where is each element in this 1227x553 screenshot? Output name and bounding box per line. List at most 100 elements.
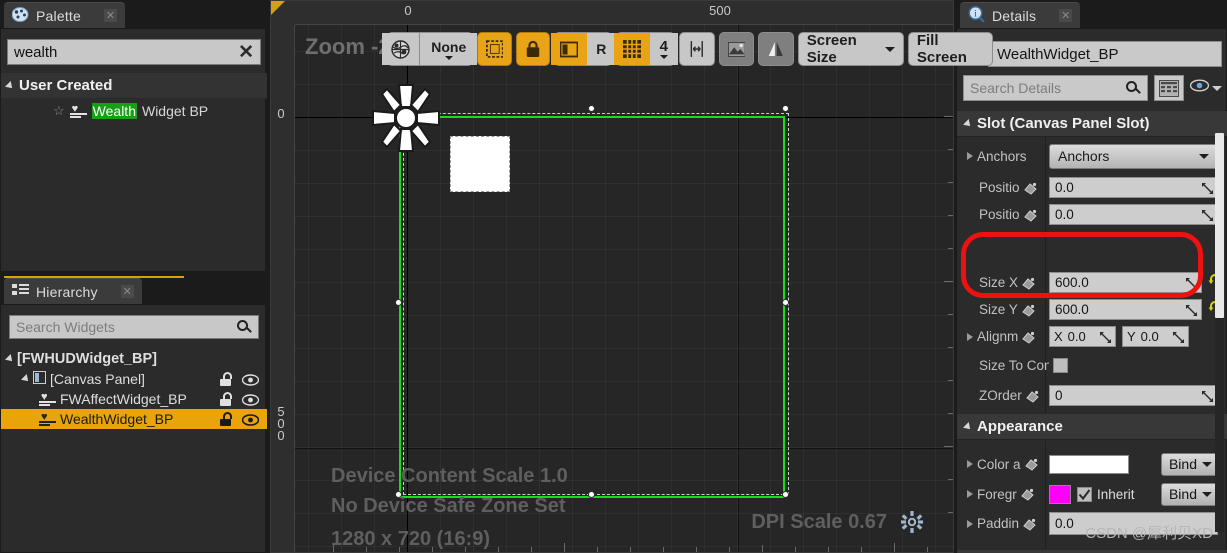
zorder-value: 0	[1055, 388, 1063, 403]
gear-icon[interactable]	[901, 511, 923, 538]
star-icon[interactable]: ☆	[53, 103, 65, 119]
close-icon[interactable]: ✕	[1059, 9, 1073, 22]
lock-icon[interactable]	[219, 372, 232, 386]
close-icon[interactable]: ✕	[120, 285, 134, 298]
pin-icon[interactable]	[1022, 276, 1036, 290]
chevron-right-icon[interactable]	[967, 460, 973, 468]
eye-icon[interactable]	[241, 373, 260, 386]
panel-icon[interactable]	[551, 33, 588, 65]
pin-icon[interactable]	[1023, 517, 1037, 531]
mirror-toggle[interactable]	[758, 32, 794, 66]
pin-icon[interactable]	[1024, 457, 1039, 471]
size-to-content-button[interactable]	[679, 32, 715, 66]
pin-icon[interactable]	[1022, 303, 1036, 317]
grid-size-dropdown[interactable]: 4	[649, 33, 678, 65]
details-search-input[interactable]: Search Details	[963, 75, 1148, 101]
chevron-right-icon[interactable]	[967, 152, 973, 160]
hierarchy-row-fwaffectwidget[interactable]: ♥ FWAffectWidget_BP	[1, 389, 267, 409]
resize-handle-ml[interactable]	[395, 299, 402, 306]
palette-item-wealth-widget-bp[interactable]: ☆ ♥ Wealth Widget BP	[1, 99, 267, 123]
spinner-icon[interactable]	[1173, 331, 1184, 343]
pin-icon[interactable]	[1022, 330, 1036, 344]
localization-r-label[interactable]: R	[587, 33, 616, 65]
lock-toggle[interactable]	[516, 32, 551, 66]
chevron-down-icon[interactable]	[5, 354, 15, 364]
anchor-medallion-icon[interactable]	[369, 81, 443, 155]
palette-category-user-created[interactable]: User Created	[1, 73, 267, 99]
size-to-content-checkbox[interactable]	[1053, 358, 1068, 373]
hierarchy-row-fwhudwidget[interactable]: [FWHUDWidget_BP]	[1, 349, 267, 369]
section-header-appearance[interactable]: Appearance	[957, 414, 1227, 440]
chevron-right-icon[interactable]	[967, 519, 973, 528]
position-y-input[interactable]: 0.0	[1049, 204, 1218, 225]
fill-screen-dropdown[interactable]: Fill Screen	[907, 32, 993, 66]
details-object-name[interactable]: WealthWidget_BP	[988, 41, 1222, 67]
anchors-dropdown[interactable]: Anchors	[1049, 143, 1218, 169]
hierarchy-row-actions	[219, 392, 260, 406]
grid-snap-toggle[interactable]: 4	[613, 32, 678, 66]
eye-icon[interactable]	[241, 393, 260, 406]
tab-details[interactable]: i Details ✕	[960, 2, 1081, 28]
pin-icon[interactable]	[1023, 208, 1038, 222]
grid-view-icon[interactable]	[1154, 75, 1184, 101]
zorder-input[interactable]: 0	[1049, 385, 1218, 406]
spinner-icon[interactable]	[1202, 390, 1213, 402]
grid-icon[interactable]	[613, 33, 650, 65]
color-and-opacity-swatch[interactable]	[1049, 454, 1129, 474]
palette-search-input[interactable]	[14, 43, 239, 61]
none-dropdown[interactable]: None	[419, 33, 478, 65]
clear-x-icon[interactable]: ✕	[238, 43, 254, 62]
palette-search-row[interactable]: ✕	[7, 39, 261, 65]
selection-outline-toggle[interactable]	[476, 32, 513, 66]
screen-size-dropdown[interactable]: Screen Size	[797, 32, 904, 66]
inherit-checkbox[interactable]	[1077, 486, 1092, 502]
size-y-input[interactable]: 600.0	[1049, 299, 1202, 320]
position-x-input[interactable]: 0.0	[1049, 177, 1218, 198]
lock-icon[interactable]	[219, 392, 232, 406]
close-icon[interactable]: ✕	[104, 9, 117, 22]
resize-handle-mr[interactable]	[782, 299, 789, 306]
hierarchy-search-input[interactable]: Search Widgets	[9, 315, 259, 339]
resize-handle-tr[interactable]	[782, 105, 789, 112]
tab-palette[interactable]: Palette ✕	[4, 2, 125, 28]
foreground-color-swatch[interactable]	[1049, 484, 1071, 504]
eye-icon[interactable]	[1189, 79, 1210, 97]
lock-icon[interactable]	[219, 412, 232, 426]
spinner-icon[interactable]	[1202, 209, 1213, 221]
spinner-icon[interactable]	[1202, 182, 1213, 194]
tab-hierarchy[interactable]: Hierarchy ✕	[4, 278, 142, 304]
spinner-icon[interactable]	[1186, 277, 1197, 289]
localization-toggle[interactable]: R	[551, 32, 616, 66]
hierarchy-row-wealthwidget[interactable]: ♥ WealthWidget_BP	[1, 409, 267, 429]
property-label-size-to-content: Size To Con	[979, 358, 1049, 373]
pin-icon[interactable]	[1026, 389, 1040, 403]
chevron-right-icon[interactable]	[967, 332, 973, 341]
spinner-icon[interactable]	[1100, 331, 1111, 343]
eye-icon[interactable]	[241, 413, 260, 426]
spinner-icon[interactable]	[1186, 304, 1197, 316]
hierarchy-row-canvas-panel[interactable]: [Canvas Panel]	[1, 369, 267, 389]
color-bind-button[interactable]: Bind	[1160, 452, 1220, 476]
section-header-slot[interactable]: Slot (Canvas Panel Slot)	[957, 111, 1227, 137]
details-scrollbar-thumb[interactable]	[1215, 133, 1224, 318]
foreground-bind-button[interactable]: Bind	[1160, 482, 1220, 506]
visibility-dropdown[interactable]	[1189, 79, 1222, 97]
globe-icon[interactable]	[382, 33, 420, 65]
designer-viewport[interactable]: Device Content Scale 1.0 No Device Safe …	[270, 0, 993, 553]
resize-handle-br[interactable]	[782, 491, 789, 498]
resize-handle-bc[interactable]	[588, 491, 595, 498]
alignment-x-input[interactable]: X 0.0	[1049, 326, 1116, 347]
resize-handle-tc[interactable]	[588, 105, 595, 112]
image-toggle[interactable]	[718, 32, 755, 66]
chevron-down-icon[interactable]	[21, 374, 31, 384]
pin-icon[interactable]	[1021, 487, 1035, 501]
size-x-input[interactable]: 600.0	[1049, 272, 1202, 293]
child-widget-preview[interactable]	[450, 136, 510, 192]
chevron-down-icon[interactable]	[1212, 85, 1222, 91]
foreground-bind-label: Bind	[1168, 486, 1197, 502]
canvas-area[interactable]: Device Content Scale 1.0 No Device Safe …	[295, 25, 953, 552]
alignment-y-input[interactable]: Y 0.0	[1122, 326, 1189, 347]
pin-icon[interactable]	[1023, 181, 1038, 195]
globe-and-none-group: None	[382, 32, 478, 66]
chevron-right-icon[interactable]	[967, 490, 973, 498]
